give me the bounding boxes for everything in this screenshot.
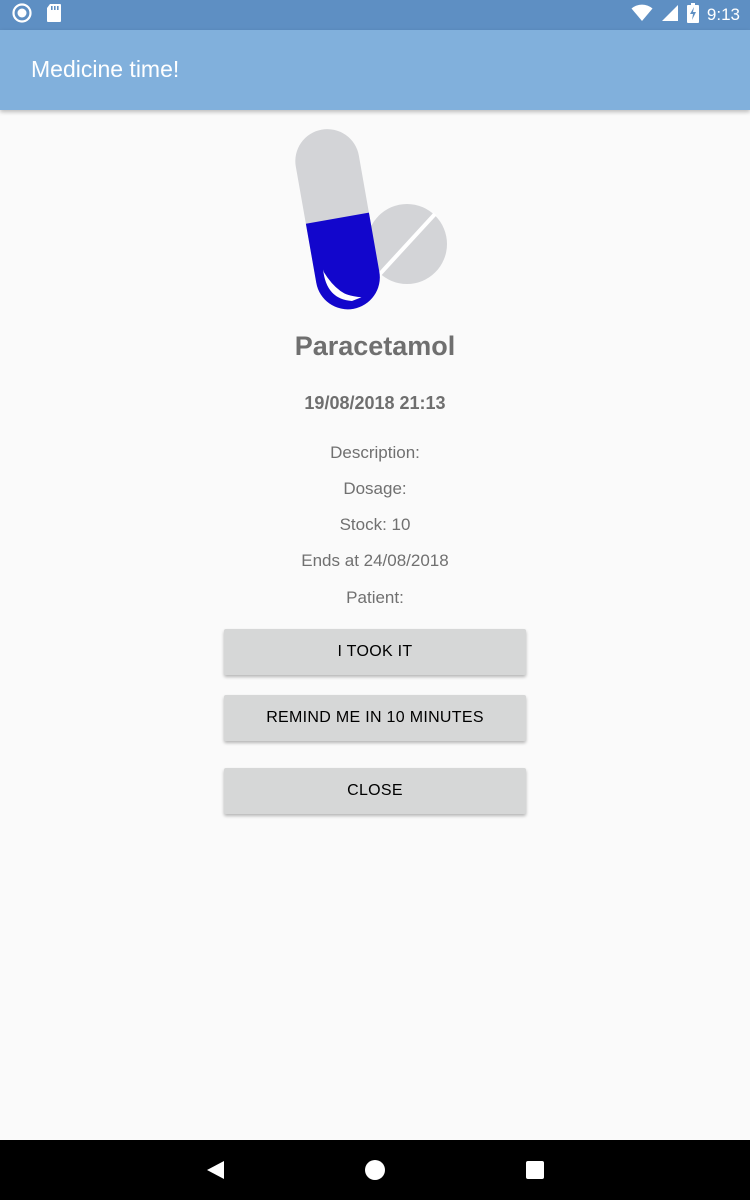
status-right-icons: 9:13 — [631, 2, 740, 28]
status-bar: 9:13 — [0, 0, 750, 30]
status-left-icons — [12, 2, 62, 28]
sd-card-icon — [46, 3, 62, 28]
close-button[interactable]: CLOSE — [224, 768, 526, 814]
app-bar: Medicine time! — [0, 30, 750, 110]
took-it-button[interactable]: I TOOK IT — [224, 629, 526, 675]
medicine-datetime: 19/08/2018 21:13 — [304, 393, 446, 413]
medicine-name: Paracetamol — [294, 331, 456, 361]
medicine-end-date: Ends at 24/08/2018 — [301, 551, 449, 570]
battery-charging-icon — [686, 2, 699, 28]
medicine-stock: Stock: 10 — [339, 515, 411, 534]
status-time: 9:13 — [706, 5, 740, 24]
navigation-bar — [0, 1140, 750, 1200]
app-title: Medicine time! — [31, 56, 180, 82]
pill-capsule-icon — [270, 120, 460, 315]
circle-notification-icon — [12, 2, 32, 28]
cell-signal-icon — [661, 4, 679, 27]
recents-square-icon[interactable] — [522, 1157, 548, 1183]
back-triangle-icon[interactable] — [202, 1157, 228, 1183]
wifi-icon — [631, 4, 653, 27]
home-circle-icon[interactable] — [362, 1157, 388, 1183]
remind-later-button[interactable]: REMIND ME IN 10 MINUTES — [224, 695, 526, 741]
medicine-description: Description: — [330, 443, 420, 462]
medicine-dosage: Dosage: — [343, 479, 407, 498]
medicine-patient: Patient: — [346, 588, 404, 607]
